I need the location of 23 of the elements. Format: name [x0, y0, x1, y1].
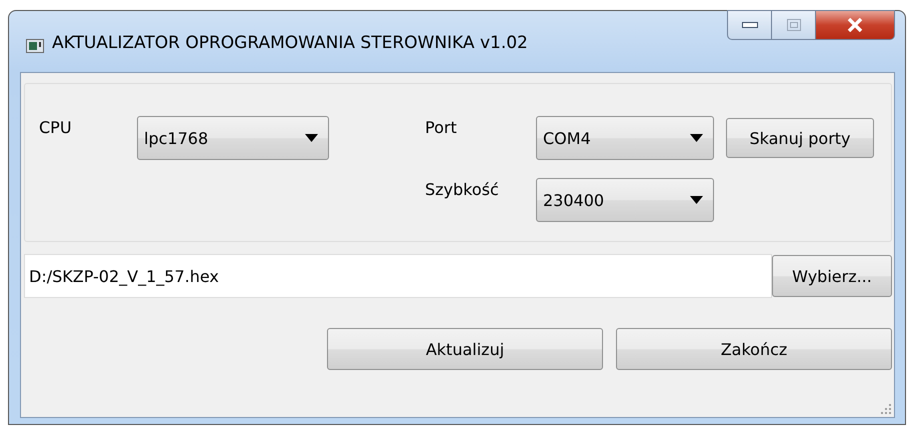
- maximize-button[interactable]: [772, 10, 816, 40]
- dropdown-arrow-icon: [305, 134, 318, 142]
- app-icon: [26, 39, 44, 53]
- maximize-icon: [786, 19, 800, 31]
- dropdown[interactable]: lpc1768: [137, 116, 329, 160]
- minimize-button[interactable]: [727, 10, 772, 40]
- dropdown[interactable]: COM4: [536, 116, 714, 160]
- cpu-label: CPU: [39, 117, 73, 137]
- file-path-field[interactable]: D:/SKZP-02_V_1_57.hex: [24, 254, 772, 298]
- close-button[interactable]: [816, 10, 895, 40]
- close-icon: [847, 18, 863, 32]
- port-label: Port: [425, 117, 458, 137]
- close-app-button[interactable]: Zakończ: [616, 328, 892, 370]
- resize-grip-icon: [881, 404, 891, 414]
- window-title: AKTUALIZATOR OPROGRAMOWANIA STEROWNIKA v1.02: [52, 33, 528, 53]
- dropdown-arrow-icon: [690, 196, 703, 204]
- scan-ports-button[interactable]: Skanuj porty: [726, 118, 874, 158]
- minimize-icon: [742, 22, 758, 28]
- dropdown[interactable]: 230400: [536, 178, 714, 222]
- dropdown-arrow-icon: [690, 134, 703, 142]
- update-button[interactable]: Aktualizuj: [327, 328, 603, 370]
- speed-label: Szybkość: [425, 179, 500, 199]
- browse-button[interactable]: Wybierz...: [772, 255, 892, 297]
